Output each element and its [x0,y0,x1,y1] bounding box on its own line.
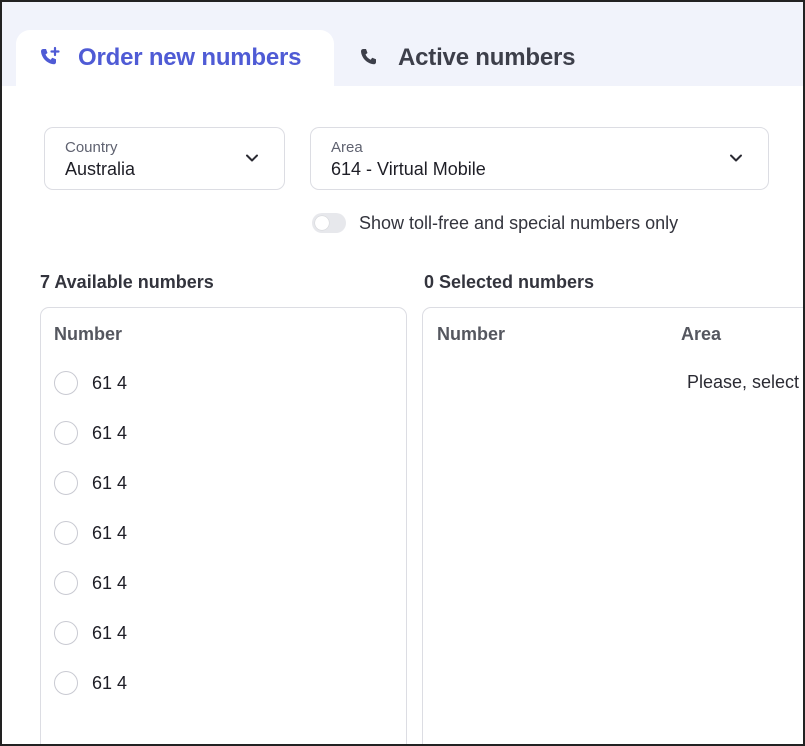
tab-bar: Order new numbers Active numbers [2,2,803,86]
selected-numbers-title: 0 Selected numbers [424,272,595,292]
phone-number: 61 4 [92,372,128,393]
selected-numbers-panel: Number Area Please, select [422,307,803,744]
available-number-row[interactable]: 61 4 [54,419,127,447]
available-number-row[interactable]: 61 4 [54,519,127,547]
available-numbers-panel: Number 61 4 61 4 61 4 61 4 61 4 61 4 61 4 [40,307,407,744]
row-checkbox[interactable] [54,571,78,595]
tab-order-label: Order new numbers [78,44,302,71]
phone-plus-icon [36,45,62,71]
selected-column-header-number: Number [437,324,506,344]
available-column-header-number: Number [54,324,123,344]
chevron-down-icon [728,150,744,166]
available-number-row[interactable]: 61 4 [54,369,127,397]
chevron-down-icon [244,150,260,166]
tab-order-new-numbers[interactable]: Order new numbers [16,30,334,86]
phone-number: 61 4 [92,622,128,643]
available-number-row[interactable]: 61 4 [54,619,127,647]
selected-column-header-area: Area [681,324,722,344]
row-checkbox[interactable] [54,521,78,545]
tab-active-label: Active numbers [398,44,576,71]
empty-selection-message: Please, select [687,372,800,392]
toll-free-toggle-row: Show toll-free and special numbers only [312,210,678,236]
phone-number: 61 4 [92,472,128,493]
row-checkbox[interactable] [54,671,78,695]
country-select-value: Australia [65,159,136,179]
available-number-row[interactable]: 61 4 [54,669,127,697]
phone-number: 61 4 [92,422,128,443]
available-numbers-title: 7 Available numbers [40,272,214,292]
tab-active-numbers[interactable]: Active numbers [334,30,634,86]
row-checkbox[interactable] [54,371,78,395]
phone-number: 61 4 [92,672,128,693]
area-select-label: Area [331,139,363,156]
app-frame: Order new numbers Active numbers Country… [0,0,805,746]
phone-icon [356,45,382,71]
available-number-row[interactable]: 61 4 [54,569,127,597]
row-checkbox[interactable] [54,421,78,445]
area-select-value: 614 - Virtual Mobile [331,159,486,179]
row-checkbox[interactable] [54,621,78,645]
phone-number: 61 4 [92,522,128,543]
toll-free-toggle[interactable] [312,213,346,233]
country-select[interactable]: Country Australia [44,127,285,190]
area-select[interactable]: Area 614 - Virtual Mobile [310,127,769,190]
available-number-row[interactable]: 61 4 [54,469,127,497]
toggle-knob [315,216,329,230]
row-checkbox[interactable] [54,471,78,495]
country-select-label: Country [65,139,118,156]
toll-free-toggle-label: Show toll-free and special numbers only [359,212,679,233]
phone-number: 61 4 [92,572,128,593]
